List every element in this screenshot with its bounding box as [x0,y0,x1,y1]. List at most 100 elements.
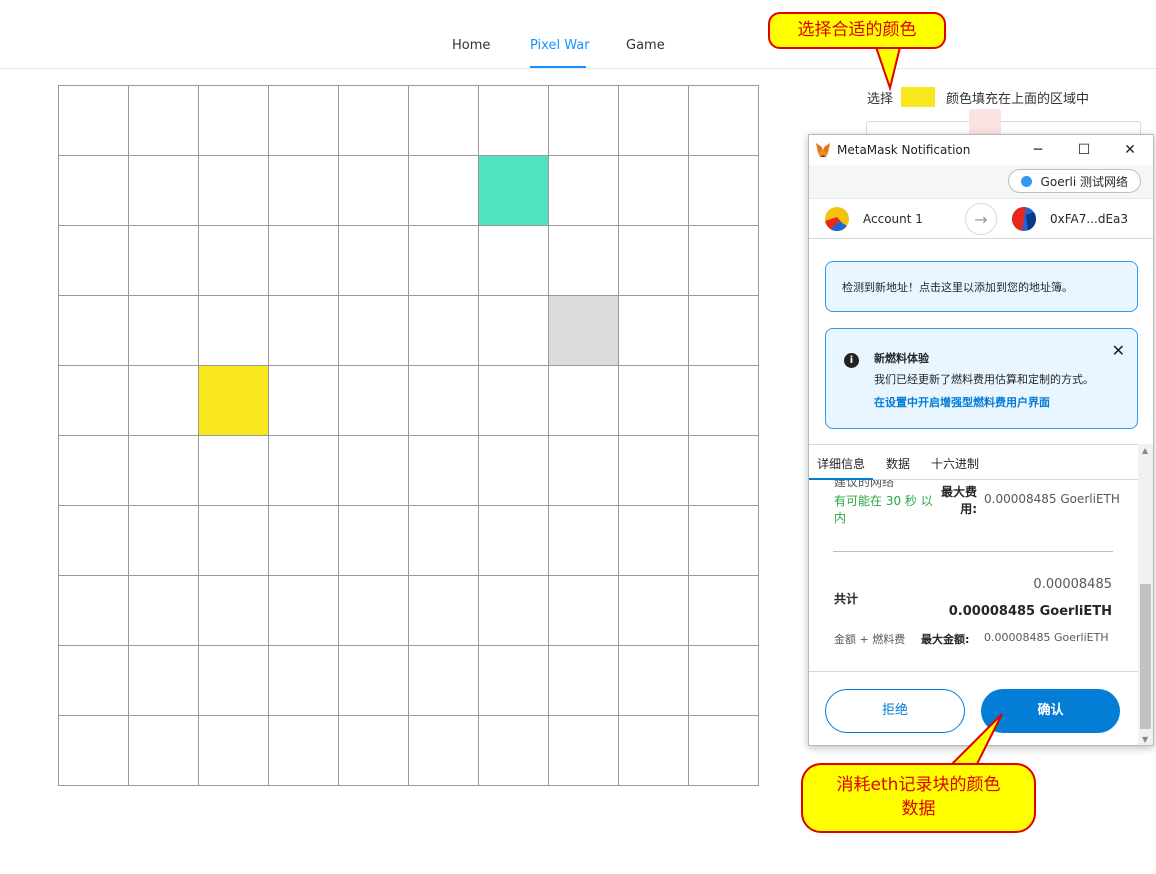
grid-cell[interactable] [59,156,129,226]
scroll-down-icon[interactable]: ▼ [1142,735,1148,744]
grid-cell[interactable] [549,576,619,646]
grid-cell[interactable] [269,506,339,576]
grid-cell[interactable] [269,86,339,156]
grid-cell[interactable] [619,156,689,226]
grid-cell[interactable] [59,366,129,436]
grid-cell[interactable] [619,86,689,156]
scrollbar-thumb[interactable] [1140,584,1151,729]
grid-cell[interactable] [339,506,409,576]
grid-cell[interactable] [199,86,269,156]
grid-cell[interactable] [339,86,409,156]
grid-cell[interactable] [269,436,339,506]
grid-cell[interactable] [409,226,479,296]
grid-cell[interactable] [269,156,339,226]
grid-cell[interactable] [59,646,129,716]
grid-cell[interactable] [549,646,619,716]
grid-cell[interactable] [199,296,269,366]
grid-cell[interactable] [479,156,549,226]
grid-cell[interactable] [199,436,269,506]
grid-cell[interactable] [479,576,549,646]
grid-cell[interactable] [339,156,409,226]
grid-cell[interactable] [479,366,549,436]
grid-cell[interactable] [339,226,409,296]
gas-settings-link[interactable]: 在设置中开启增强型燃料费用户界面 [874,394,1050,410]
grid-cell[interactable] [199,576,269,646]
grid-cell[interactable] [269,576,339,646]
grid-cell[interactable] [59,436,129,506]
grid-cell[interactable] [409,576,479,646]
grid-cell[interactable] [549,86,619,156]
grid-cell[interactable] [199,226,269,296]
close-icon[interactable]: ✕ [1112,341,1125,360]
grid-cell[interactable] [549,366,619,436]
grid-cell[interactable] [479,296,549,366]
grid-cell[interactable] [199,716,269,786]
grid-cell[interactable] [549,436,619,506]
grid-cell[interactable] [409,646,479,716]
grid-cell[interactable] [59,296,129,366]
tab-hex[interactable]: 十六进制 [931,455,979,472]
grid-cell[interactable] [129,576,199,646]
grid-cell[interactable] [619,226,689,296]
maximize-icon[interactable]: ☐ [1061,135,1107,165]
grid-cell[interactable] [409,366,479,436]
grid-cell[interactable] [409,716,479,786]
grid-cell[interactable] [479,86,549,156]
scrollbar[interactable]: ▲ ▼ [1138,444,1153,745]
grid-cell[interactable] [59,226,129,296]
grid-cell[interactable] [689,366,759,436]
grid-cell[interactable] [339,646,409,716]
tab-game[interactable]: Game [626,38,665,53]
grid-cell[interactable] [269,226,339,296]
grid-cell[interactable] [409,506,479,576]
grid-cell[interactable] [199,366,269,436]
grid-cell[interactable] [409,436,479,506]
grid-cell[interactable] [129,156,199,226]
tab-pixel-war[interactable]: Pixel War [530,38,590,53]
grid-cell[interactable] [619,436,689,506]
grid-cell[interactable] [129,226,199,296]
grid-cell[interactable] [689,436,759,506]
grid-cell[interactable] [409,86,479,156]
grid-cell[interactable] [339,436,409,506]
grid-cell[interactable] [269,716,339,786]
grid-cell[interactable] [409,296,479,366]
grid-cell[interactable] [199,506,269,576]
grid-cell[interactable] [129,716,199,786]
confirm-button[interactable]: 确认 [981,689,1120,733]
grid-cell[interactable] [269,646,339,716]
grid-cell[interactable] [129,366,199,436]
new-address-notice[interactable]: 检测到新地址！点击这里以添加到您的地址簿。 [825,261,1138,312]
tab-home[interactable]: Home [452,38,490,53]
grid-cell[interactable] [689,576,759,646]
grid-cell[interactable] [619,366,689,436]
grid-cell[interactable] [619,296,689,366]
grid-cell[interactable] [619,646,689,716]
close-icon[interactable]: ✕ [1107,135,1153,165]
grid-cell[interactable] [129,86,199,156]
network-selector[interactable]: Goerli 测试网络 [1007,169,1141,193]
grid-cell[interactable] [59,716,129,786]
reject-button[interactable]: 拒绝 [825,689,965,733]
grid-cell[interactable] [409,156,479,226]
grid-cell[interactable] [339,576,409,646]
minimize-icon[interactable]: ─ [1015,135,1061,165]
grid-cell[interactable] [549,506,619,576]
grid-cell[interactable] [549,716,619,786]
grid-cell[interactable] [479,226,549,296]
grid-cell[interactable] [689,646,759,716]
grid-cell[interactable] [339,716,409,786]
grid-cell[interactable] [619,506,689,576]
color-swatch[interactable] [901,87,936,107]
grid-cell[interactable] [269,366,339,436]
grid-cell[interactable] [479,506,549,576]
grid-cell[interactable] [269,296,339,366]
tab-details[interactable]: 详细信息 [817,455,865,472]
grid-cell[interactable] [689,156,759,226]
grid-cell[interactable] [619,716,689,786]
grid-cell[interactable] [59,576,129,646]
grid-cell[interactable] [549,226,619,296]
grid-cell[interactable] [619,576,689,646]
grid-cell[interactable] [689,716,759,786]
grid-cell[interactable] [689,86,759,156]
